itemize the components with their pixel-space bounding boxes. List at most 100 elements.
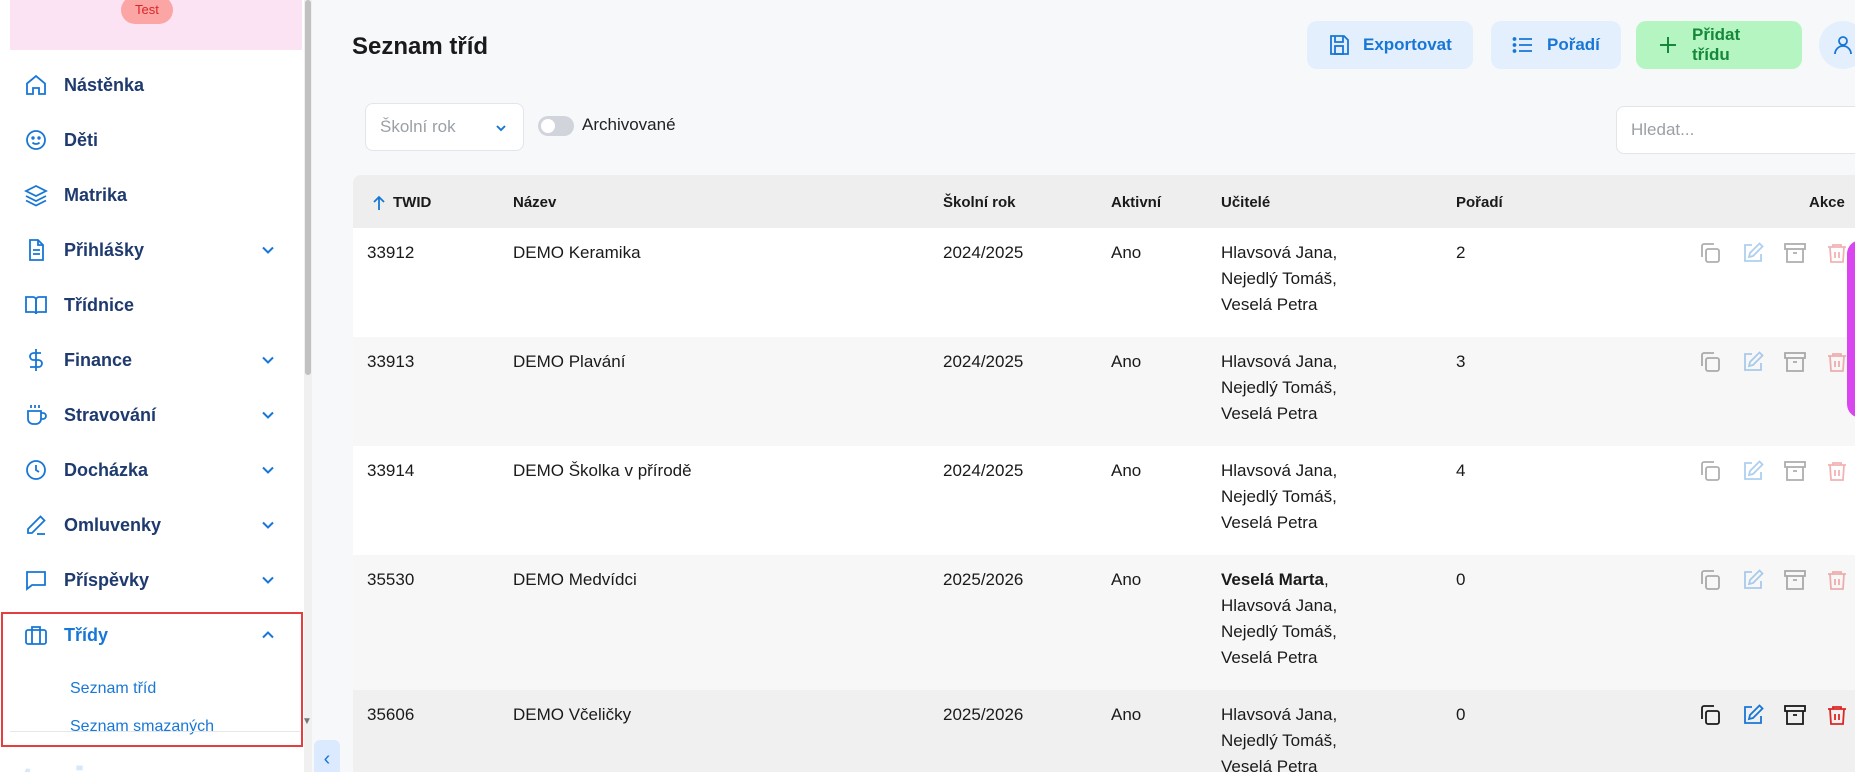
- edit-icon[interactable]: [1739, 701, 1767, 729]
- column-header-school-year[interactable]: Školní rok: [943, 194, 1016, 211]
- sidebar-item-label: Děti: [64, 129, 99, 150]
- chevron-down-icon[interactable]: [258, 570, 278, 590]
- school-year-select[interactable]: Školní rok: [365, 103, 524, 151]
- export-button[interactable]: Exportovat: [1307, 21, 1473, 69]
- column-header-twid[interactable]: TWID: [393, 194, 431, 211]
- sidebar-item-label: Matrika: [64, 184, 128, 205]
- sidebar-item-label: Docházka: [64, 459, 149, 480]
- cell-name: DEMO Keramika: [513, 243, 641, 262]
- cell-school-year: 2025/2026: [943, 705, 1024, 724]
- column-header-active[interactable]: Aktivní: [1111, 194, 1161, 211]
- chevron-down-icon[interactable]: [258, 515, 278, 535]
- order-button[interactable]: Pořadí: [1491, 21, 1621, 69]
- copy-icon[interactable]: [1696, 566, 1724, 594]
- chevron-down-icon[interactable]: [258, 460, 278, 480]
- archived-toggle[interactable]: [538, 116, 574, 136]
- cell-order: 4: [1456, 461, 1466, 480]
- cell-order: 0: [1456, 570, 1466, 589]
- table-row[interactable]: 33913 DEMO Plavání 2024/2025 Ano Hlavsov…: [353, 337, 1855, 446]
- archive-icon[interactable]: [1781, 348, 1809, 376]
- sidebar-item-applications[interactable]: Přihlášky: [22, 233, 278, 267]
- cell-active: Ano: [1111, 243, 1142, 262]
- sort-ascending-icon[interactable]: [371, 194, 387, 212]
- chevron-down-icon[interactable]: [258, 240, 278, 260]
- edit-icon[interactable]: [1739, 239, 1767, 267]
- teacher-line-main: Veselá Marta,: [1221, 570, 1329, 589]
- cell-teachers: Hlavsová Jana, Nejedlý Tomáš, Veselá Pet…: [1221, 458, 1337, 536]
- table-row[interactable]: 35606 DEMO Včeličky 2025/2026 Ano Hlavso…: [353, 690, 1855, 772]
- document-icon: [22, 236, 50, 264]
- sidebar-item-label: Omluvenky: [64, 514, 162, 535]
- order-label: Pořadí: [1547, 35, 1600, 54]
- cell-active: Ano: [1111, 705, 1142, 724]
- delete-icon[interactable]: [1823, 701, 1851, 729]
- add-class-button[interactable]: Přidat třídu: [1636, 21, 1802, 69]
- sidebar-item-registry[interactable]: Matrika: [22, 178, 278, 212]
- edit-icon[interactable]: [1739, 566, 1767, 594]
- cell-active: Ano: [1111, 570, 1142, 589]
- cell-order: 3: [1456, 352, 1466, 371]
- app-root: Test Nástěnka Děti Matrika Přihlášky Tří…: [0, 0, 1855, 772]
- sidebar-item-label: Třídnice: [64, 294, 135, 315]
- scroll-down-arrow-icon[interactable]: ▼: [302, 716, 312, 727]
- table-row[interactable]: 33914 DEMO Školka v přírodě 2024/2025 An…: [353, 446, 1855, 555]
- sidebar-scrollbar-thumb[interactable]: [305, 0, 311, 375]
- cell-twid: 33912: [367, 243, 415, 262]
- sidebar-item-classbook[interactable]: Třídnice: [22, 288, 278, 322]
- table-header: TWID Název Školní rok Aktivní Učitelé Po…: [353, 175, 1855, 228]
- sidebar-item-meals[interactable]: Stravování: [22, 398, 278, 432]
- archive-icon[interactable]: [1781, 566, 1809, 594]
- edit-icon[interactable]: [1739, 457, 1767, 485]
- sidebar-item-dashboard[interactable]: Nástěnka: [22, 68, 278, 102]
- dollar-icon: [22, 346, 50, 374]
- archive-icon[interactable]: [1781, 701, 1809, 729]
- column-header-teachers[interactable]: Učitelé: [1221, 194, 1270, 211]
- copy-icon[interactable]: [1696, 701, 1724, 729]
- highlight-annotation: [1, 612, 303, 747]
- copy-icon[interactable]: [1696, 239, 1724, 267]
- sidebar-item-finance[interactable]: Finance: [22, 343, 278, 377]
- smile-icon: [22, 126, 50, 154]
- sidebar-item-excuses[interactable]: Omluvenky: [22, 508, 278, 542]
- teacher-line: Veselá Petra: [1221, 513, 1318, 532]
- chevron-down-icon: [496, 125, 506, 132]
- feedback-tab[interactable]: [1847, 240, 1855, 418]
- home-icon: [22, 71, 50, 99]
- sidebar-item-label: Nástěnka: [64, 74, 145, 95]
- table-row[interactable]: 35530 DEMO Medvídci 2025/2026 Ano Veselá…: [353, 555, 1855, 690]
- sidebar-item-attendance[interactable]: Docházka: [22, 453, 278, 487]
- add-class-label: Přidat třídu: [1692, 25, 1741, 64]
- sidebar-item-posts[interactable]: Příspěvky: [22, 563, 278, 597]
- cell-order: 2: [1456, 243, 1466, 262]
- school-year-placeholder: Školní rok: [380, 117, 456, 136]
- delete-icon[interactable]: [1823, 457, 1851, 485]
- chevron-down-icon[interactable]: [258, 405, 278, 425]
- teacher-line: Hlavsová Jana,: [1221, 461, 1338, 480]
- delete-icon[interactable]: [1823, 566, 1851, 594]
- teacher-line: Veselá Petra: [1221, 757, 1318, 772]
- list-icon: [1511, 33, 1535, 57]
- chevron-down-icon[interactable]: [258, 350, 278, 370]
- edit-icon[interactable]: [1739, 348, 1767, 376]
- cell-active: Ano: [1111, 352, 1142, 371]
- teacher-line: Veselá Petra: [1221, 648, 1318, 667]
- table-row[interactable]: 33912 DEMO Keramika 2024/2025 Ano Hlavso…: [353, 228, 1855, 337]
- page-title: Seznam tříd: [352, 33, 489, 60]
- copy-icon[interactable]: [1696, 348, 1724, 376]
- teacher-line: Nejedlý Tomáš,: [1221, 731, 1337, 750]
- search-input[interactable]: [1616, 106, 1855, 154]
- cell-name: DEMO Školka v přírodě: [513, 461, 692, 480]
- plus-icon: [1656, 33, 1680, 57]
- archive-icon[interactable]: [1781, 239, 1809, 267]
- archive-icon[interactable]: [1781, 457, 1809, 485]
- column-header-order[interactable]: Pořadí: [1456, 194, 1503, 211]
- sidebar-item-children[interactable]: Děti: [22, 123, 278, 157]
- column-header-name[interactable]: Název: [513, 194, 556, 211]
- main-content: Seznam tříd Exportovat Pořadí Přidat tří…: [312, 0, 1855, 772]
- archived-label: Archivované: [582, 115, 676, 134]
- cell-school-year: 2025/2026: [943, 570, 1024, 589]
- copy-icon[interactable]: [1696, 457, 1724, 485]
- user-icon: [1834, 36, 1852, 55]
- sidebar-item-label: Přihlášky: [64, 239, 145, 260]
- user-menu-button[interactable]: [1819, 21, 1855, 69]
